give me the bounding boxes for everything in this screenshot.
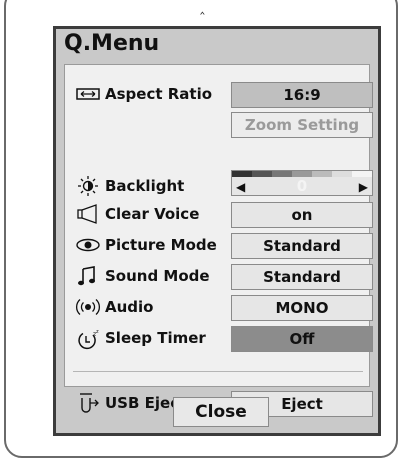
- close-button[interactable]: Close: [173, 397, 269, 427]
- section-divider: [73, 371, 363, 372]
- svg-text:z: z: [96, 329, 99, 335]
- picture-mode-label: Picture Mode: [105, 236, 217, 254]
- picture-mode-value[interactable]: Standard: [231, 233, 373, 259]
- backlight-value: 0: [296, 177, 308, 195]
- aspect-ratio-label: Aspect Ratio: [105, 85, 213, 103]
- sound-mode-value[interactable]: Standard: [231, 264, 373, 290]
- sound-mode-label: Sound Mode: [105, 267, 210, 285]
- picture-mode-icon: [75, 234, 101, 256]
- sleep-timer-value[interactable]: Off: [231, 326, 373, 352]
- text-cursor-mark: ‸: [200, 0, 205, 15]
- aspect-ratio-value[interactable]: 16:9: [231, 82, 373, 108]
- zoom-setting-button: Zoom Setting: [231, 112, 373, 138]
- audio-icon: [75, 296, 101, 318]
- sound-mode-icon: [75, 265, 101, 287]
- menu-title: Q.Menu: [64, 31, 160, 56]
- menu-panel: Aspect Ratio 16:9 Zoom Setting Backlight…: [64, 64, 373, 417]
- clear-voice-label: Clear Voice: [105, 205, 200, 223]
- backlight-slider[interactable]: ◀ 0 ▶: [231, 170, 373, 196]
- audio-value[interactable]: MONO: [231, 295, 373, 321]
- sleep-timer-label: Sleep Timer: [105, 329, 206, 347]
- aspect-ratio-icon: [75, 83, 101, 105]
- slider-right-arrow-icon[interactable]: ▶: [359, 180, 368, 194]
- q-menu-window: Q.Menu Aspect Ratio 16:9 Zoom Setting Ba…: [53, 26, 381, 436]
- backlight-icon: [75, 175, 101, 197]
- clear-voice-icon: [75, 203, 101, 225]
- backlight-label: Backlight: [105, 177, 185, 195]
- sleep-timer-icon: zz: [75, 329, 101, 351]
- audio-label: Audio: [105, 298, 154, 316]
- clear-voice-value[interactable]: on: [231, 202, 373, 228]
- usb-eject-icon: [75, 392, 101, 414]
